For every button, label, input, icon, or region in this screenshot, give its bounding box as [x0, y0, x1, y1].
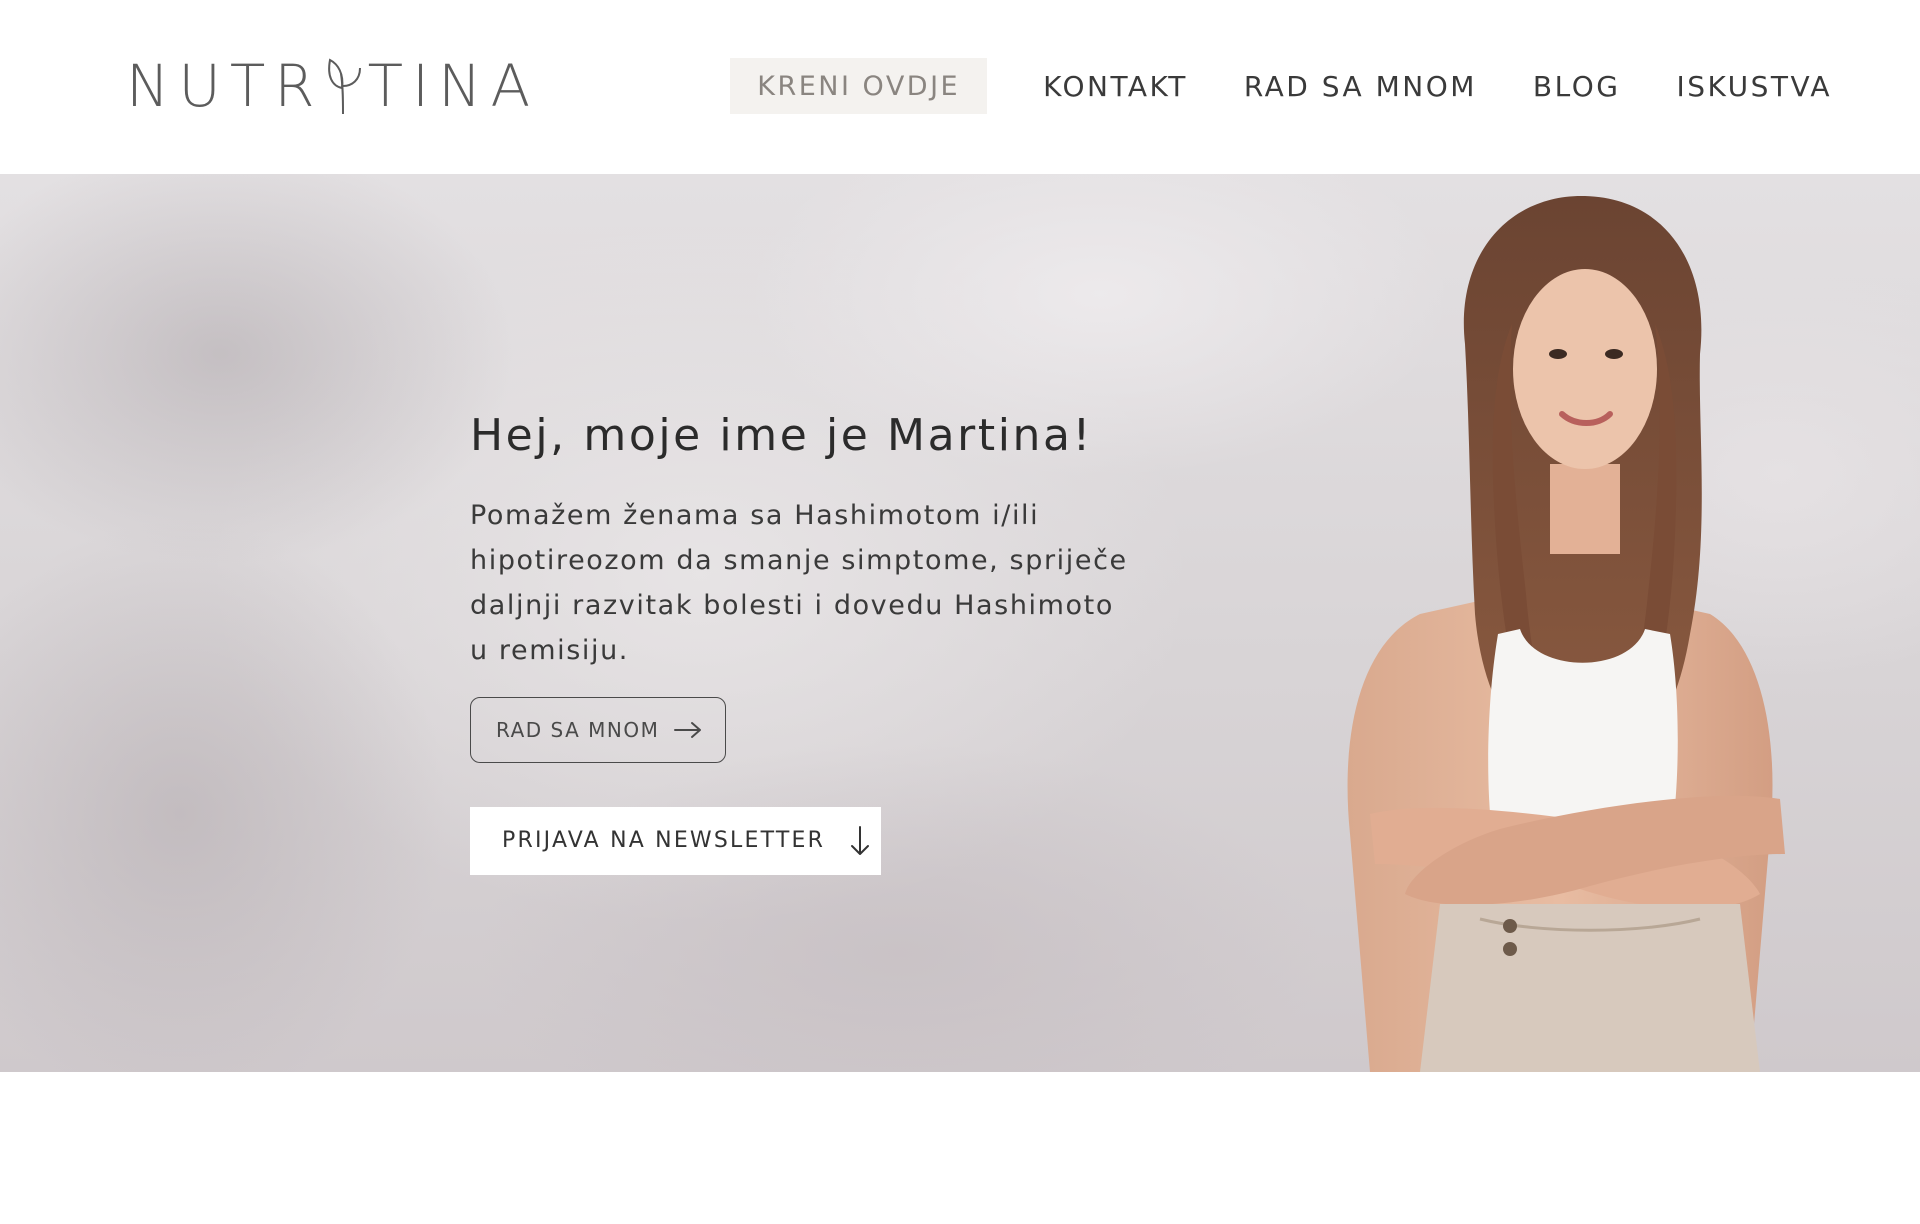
nav-item-kontakt[interactable]: KONTAKT — [1043, 70, 1188, 103]
newsletter-signup-button-label: PRIJAVA NA NEWSLETTER — [502, 828, 826, 854]
logo-text-left: NUTR — [126, 52, 324, 120]
nav-item-blog[interactable]: BLOG — [1533, 70, 1621, 103]
arrow-down-icon — [851, 825, 870, 855]
nav-item-rad-sa-mnom[interactable]: RAD SA MNOM — [1244, 70, 1477, 103]
rad-sa-mnom-button[interactable]: RAD SA MNOM — [470, 696, 727, 763]
newsletter-signup-button[interactable]: PRIJAVA NA NEWSLETTER — [470, 806, 882, 875]
page-below-hero — [0, 1072, 1920, 1224]
nav-kreni-ovdje-button[interactable]: KRENI OVDJE — [730, 58, 988, 114]
nutritina-logo[interactable]: NUTR TINA — [126, 56, 539, 116]
sprout-icon — [327, 58, 361, 115]
hero-content: Hej, moje ime je Martina! Pomažem ženama… — [470, 410, 1150, 875]
portrait-photo — [1347, 195, 1785, 1072]
main-nav: KRENI OVDJE KONTAKT RAD SA MNOM BLOG ISK… — [730, 58, 1832, 114]
rad-sa-mnom-button-label: RAD SA MNOM — [496, 717, 660, 742]
logo-text-right: TINA — [367, 52, 540, 120]
hero-title: Hej, moje ime je Martina! — [470, 410, 1093, 461]
hero-section: Hej, moje ime je Martina! Pomažem ženama… — [0, 174, 1920, 1072]
site-header: NUTR TINA KRENI OVDJE KONTAKT RAD SA MNO… — [0, 0, 1920, 174]
hero-description: Pomažem ženama sa Hashimotom i/ili hipot… — [470, 499, 1128, 666]
nav-item-iskustva[interactable]: ISKUSTVA — [1676, 70, 1832, 103]
arrow-right-icon — [674, 721, 702, 738]
